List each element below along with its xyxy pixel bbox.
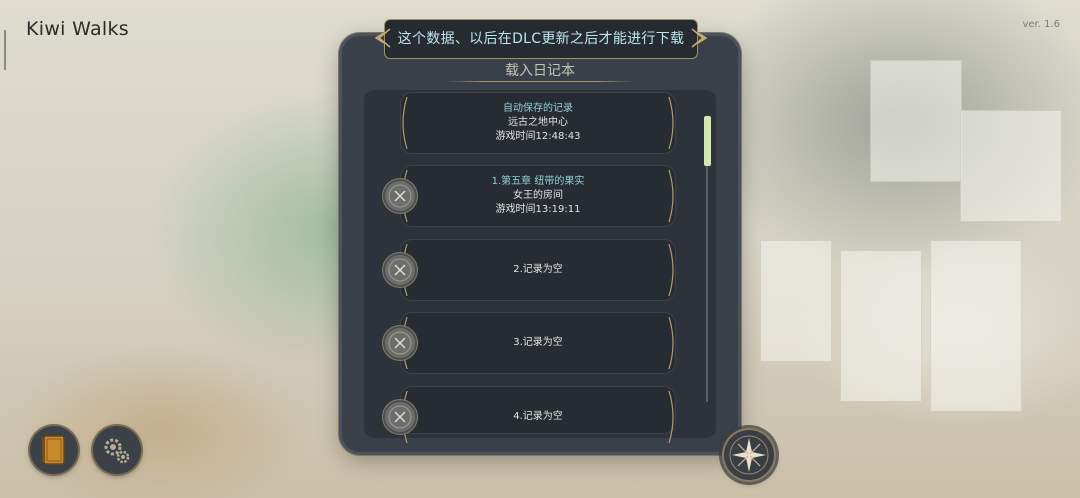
- settings-button[interactable]: [93, 426, 141, 474]
- slot-location: 远古之地中心: [508, 117, 568, 128]
- banner-ornament-icon: [374, 28, 391, 48]
- slot-empty-label: 3.记录为空: [513, 337, 563, 348]
- save-slot-4[interactable]: 4.记录为空: [400, 386, 676, 444]
- edge-marker: [4, 30, 6, 70]
- save-slot-1[interactable]: 1.第五章 纽带的果实 女王的房间 游戏时间13:19:11: [400, 165, 676, 227]
- background-plank: [870, 60, 962, 182]
- game-title: Kiwi Walks: [26, 18, 129, 40]
- slot-playtime: 游戏时间13:19:11: [495, 204, 581, 215]
- delete-slot-2-button[interactable]: [385, 255, 415, 285]
- compass-button[interactable]: [724, 430, 774, 480]
- close-x-icon: [388, 331, 412, 355]
- panel-heading: 载入日记本: [505, 63, 575, 79]
- scrollbar-thumb[interactable]: [704, 116, 711, 166]
- version-label: ver. 1.6: [1022, 19, 1060, 30]
- background-plank: [760, 240, 832, 362]
- delete-slot-3-button[interactable]: [385, 328, 415, 358]
- compass-star-icon: [729, 435, 769, 475]
- slot-title: 1.第五章 纽带的果实: [491, 176, 585, 187]
- save-slot-3[interactable]: 3.记录为空: [400, 312, 676, 374]
- close-x-icon: [388, 405, 412, 429]
- slot-empty-label: 2.记录为空: [513, 264, 563, 275]
- dlc-notice-text: 这个数据、以后在DLC更新之后才能进行下载: [397, 31, 685, 47]
- slot-empty-label: 4.记录为空: [513, 411, 563, 422]
- delete-slot-4-button[interactable]: [385, 402, 415, 432]
- banner-ornament-icon: [691, 28, 708, 48]
- slot-playtime: 游戏时间12:48:43: [495, 131, 581, 142]
- slot-location: 女王的房间: [513, 190, 563, 201]
- save-slot-2[interactable]: 2.记录为空: [400, 239, 676, 301]
- journal-button[interactable]: [30, 426, 78, 474]
- heading-divider: [446, 81, 634, 82]
- slot-title: 自动保存的记录: [503, 103, 573, 114]
- delete-slot-1-button[interactable]: [385, 181, 415, 211]
- close-x-icon: [388, 184, 412, 208]
- gears-icon: [104, 438, 130, 464]
- save-slot-autosave[interactable]: 自动保存的记录 远古之地中心 游戏时间12:48:43: [400, 92, 676, 154]
- close-x-icon: [388, 258, 412, 282]
- dlc-notice-banner: 这个数据、以后在DLC更新之后才能进行下载: [374, 19, 708, 59]
- book-icon: [42, 435, 65, 465]
- background-plank: [840, 250, 922, 402]
- background-plank: [960, 110, 1062, 222]
- background-plank: [930, 240, 1022, 412]
